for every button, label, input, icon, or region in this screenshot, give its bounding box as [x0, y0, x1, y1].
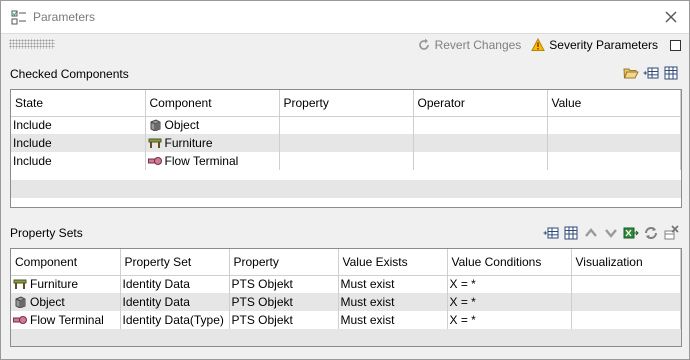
property-cell[interactable]: PTS Objekt: [229, 311, 339, 329]
property-cell[interactable]: [279, 134, 414, 152]
parameters-icon: [11, 10, 27, 26]
table-furniture-icon: [13, 278, 27, 290]
checked-components-toolbar: [623, 65, 679, 81]
component-cell[interactable]: Furniture: [11, 275, 121, 293]
add-row-icon[interactable]: [543, 225, 559, 241]
value-exists-cell[interactable]: Must exist: [338, 275, 448, 293]
component-cell[interactable]: Furniture: [145, 134, 280, 152]
drag-grip[interactable]: [9, 39, 55, 49]
value-exists-cell[interactable]: Must exist: [338, 311, 448, 329]
property-sets-table: Component Property Set Property Value Ex…: [10, 248, 682, 347]
state-cell[interactable]: Include: [11, 134, 146, 152]
open-folder-icon[interactable]: [623, 65, 639, 81]
component-name: Object: [30, 295, 65, 309]
state-cell[interactable]: Include: [11, 116, 146, 134]
value-conditions-cell[interactable]: X = *: [447, 293, 572, 311]
maximize-icon[interactable]: [670, 39, 681, 51]
value-cell[interactable]: [547, 152, 681, 170]
revert-changes-label: Revert Changes: [434, 38, 522, 52]
empty-row: [11, 329, 681, 346]
add-row-icon[interactable]: [643, 65, 659, 81]
flow-terminal-icon: [13, 314, 27, 326]
operator-cell[interactable]: [413, 134, 548, 152]
move-up-icon[interactable]: [583, 225, 599, 241]
component-cell[interactable]: Flow Terminal: [145, 152, 280, 170]
visualization-cell[interactable]: [571, 293, 681, 311]
table-furniture-icon: [148, 137, 162, 149]
window-title: Parameters: [33, 10, 96, 24]
checked-components-table: State Component Property Operator Value …: [10, 89, 682, 208]
property-sets-toolbar: [543, 225, 679, 241]
component-cell[interactable]: Object: [145, 116, 280, 134]
value-cell[interactable]: [547, 134, 681, 152]
column-header-property-set[interactable]: Property Set: [120, 249, 230, 276]
value-exists-cell[interactable]: Must exist: [338, 293, 448, 311]
table-row[interactable]: Include Object: [11, 116, 681, 134]
flow-terminal-icon: [147, 155, 162, 167]
column-header-value-conditions[interactable]: Value Conditions: [447, 249, 572, 276]
table-header-row: Component Property Set Property Value Ex…: [11, 249, 681, 276]
column-header-visualization[interactable]: Visualization: [571, 249, 681, 276]
value-cell[interactable]: [547, 116, 681, 134]
severity-parameters-button[interactable]: Severity Parameters: [531, 38, 658, 52]
column-header-state[interactable]: State: [11, 90, 146, 117]
revert-icon: [418, 38, 429, 50]
table-settings-icon[interactable]: [563, 225, 579, 241]
component-name: Furniture: [164, 136, 213, 150]
checked-components-title: Checked Components: [10, 67, 129, 81]
column-header-value-exists[interactable]: Value Exists: [338, 249, 448, 276]
component-name: Flow Terminal: [30, 313, 104, 327]
property-set-cell[interactable]: Identity Data: [120, 293, 230, 311]
close-icon: [665, 11, 677, 23]
visualization-cell[interactable]: [571, 311, 681, 329]
column-header-operator[interactable]: Operator: [413, 90, 548, 117]
title-bar: Parameters: [1, 1, 689, 34]
close-button[interactable]: [661, 7, 681, 27]
table-row[interactable]: Include Furniture: [11, 134, 681, 152]
column-header-value[interactable]: Value: [547, 90, 681, 117]
property-set-cell[interactable]: Identity Data(Type): [120, 311, 230, 329]
property-cell[interactable]: PTS Objekt: [229, 275, 339, 293]
visualization-cell[interactable]: [571, 275, 681, 293]
export-excel-icon[interactable]: [623, 225, 639, 241]
delete-row-icon[interactable]: [663, 225, 679, 241]
empty-row: [11, 180, 681, 198]
operator-cell[interactable]: [413, 116, 548, 134]
component-cell[interactable]: Object: [11, 293, 121, 311]
operator-cell[interactable]: [413, 152, 548, 170]
table-row[interactable]: Include Flow Terminal: [11, 152, 681, 170]
move-down-icon[interactable]: [603, 225, 619, 241]
table-row[interactable]: Flow Terminal Identity Data(Type) PTS Ob…: [11, 311, 681, 329]
component-name: Object: [164, 118, 200, 133]
column-header-property[interactable]: Property: [279, 90, 414, 117]
property-cell[interactable]: PTS Objekt: [229, 293, 339, 311]
property-cell[interactable]: [279, 152, 414, 170]
table-header-row: State Component Property Operator Value: [11, 90, 681, 117]
property-sets-title: Property Sets: [10, 226, 83, 240]
severity-parameters-label: Severity Parameters: [549, 38, 658, 52]
state-cell[interactable]: Include: [11, 152, 146, 170]
cube-icon: [13, 296, 27, 309]
component-name: Flow Terminal: [164, 154, 239, 168]
cube-icon: [148, 119, 162, 132]
property-set-cell[interactable]: Identity Data: [120, 275, 230, 293]
column-header-component[interactable]: Component: [145, 90, 280, 117]
column-header-property[interactable]: Property: [229, 249, 339, 276]
table-row[interactable]: Object Identity Data PTS Objekt Must exi…: [11, 293, 681, 311]
top-toolbar: Revert Changes Severity Parameters: [417, 36, 681, 54]
parameters-window: Parameters Revert Changes Severity Param…: [0, 0, 690, 360]
table-row[interactable]: Furniture Identity Data PTS Objekt Must …: [11, 275, 681, 293]
refresh-icon[interactable]: [643, 225, 659, 241]
warning-icon: [531, 38, 546, 51]
component-cell[interactable]: Flow Terminal: [11, 311, 121, 329]
value-conditions-cell[interactable]: X = *: [447, 275, 572, 293]
property-cell[interactable]: [279, 116, 414, 134]
table-settings-icon[interactable]: [663, 65, 679, 81]
revert-changes-button[interactable]: Revert Changes: [417, 38, 522, 52]
value-conditions-cell[interactable]: X = *: [447, 311, 572, 329]
column-header-component[interactable]: Component: [11, 249, 121, 276]
component-name: Furniture: [30, 277, 79, 292]
